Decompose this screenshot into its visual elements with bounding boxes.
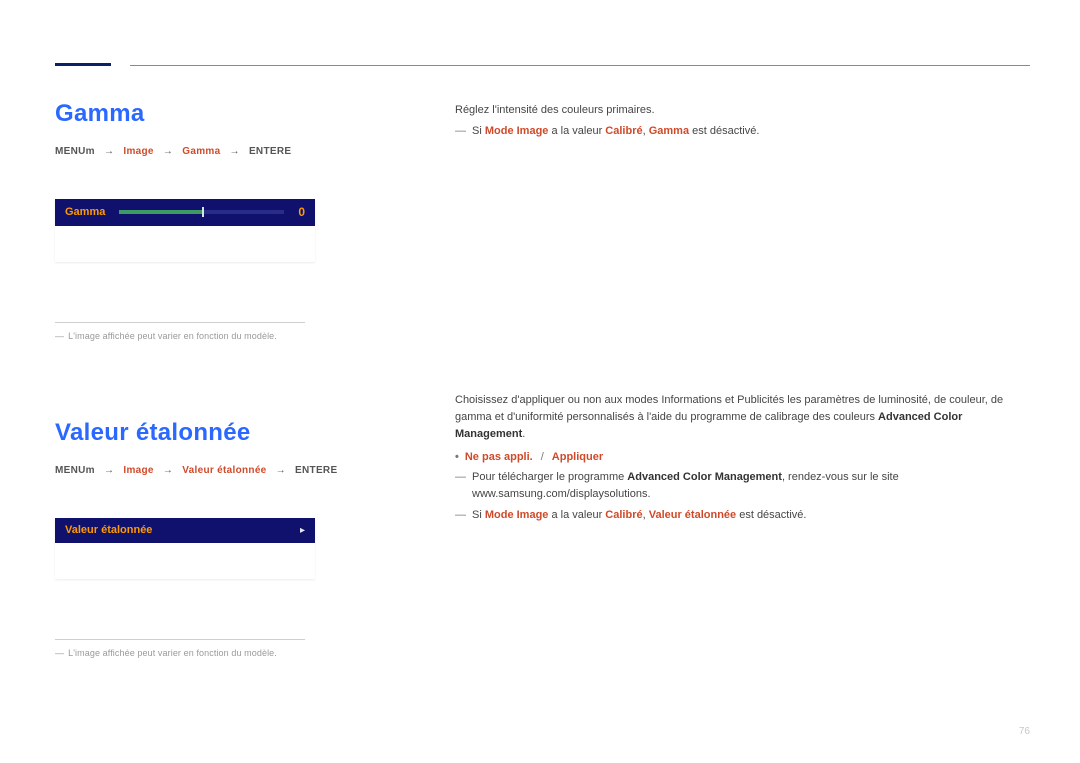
chevron-right-icon: → bbox=[276, 465, 286, 476]
t: Calibré bbox=[605, 509, 642, 521]
option-appliquer: Appliquer bbox=[552, 451, 603, 463]
chevron-right-icon: → bbox=[230, 146, 240, 157]
bc-enter-e: E bbox=[284, 146, 291, 157]
note-divider bbox=[55, 322, 305, 323]
right-column-calibrated: Choisissez d'appliquer ou non aux modes … bbox=[455, 392, 1030, 524]
t: Advanced Color Management bbox=[627, 471, 782, 483]
t: Pour télécharger le programme bbox=[472, 471, 627, 483]
panel-value: 0 bbox=[298, 205, 305, 219]
left-column: Gamma MENUm → Image → Gamma → ENTERE Gam… bbox=[55, 100, 405, 658]
note-text: L'image affichée peut varier en fonction… bbox=[68, 648, 277, 658]
breadcrumb-calibrated: MENUm → Image → Valeur étalonnée → ENTER… bbox=[55, 465, 405, 476]
t: Valeur étalonnée bbox=[649, 509, 736, 521]
calibrated-desc: Choisissez d'appliquer ou non aux modes … bbox=[455, 392, 1030, 443]
t: a la valeur bbox=[548, 125, 605, 137]
note-divider bbox=[55, 639, 305, 640]
section-title-gamma: Gamma bbox=[55, 100, 405, 128]
bc-menu-m: m bbox=[86, 146, 95, 157]
bc-menu-m: m bbox=[86, 465, 95, 476]
t: . bbox=[522, 428, 525, 440]
calibrated-warning: ― Si Mode Image a la valeur Calibré, Val… bbox=[455, 507, 1030, 524]
chevron-right-icon: ▸ bbox=[300, 525, 305, 536]
bc-enter: ENTER bbox=[249, 146, 284, 157]
bc-image: Image bbox=[123, 465, 153, 476]
note-calibrated: ― L'image affichée peut varier en fonctio… bbox=[55, 648, 405, 658]
panel-calibrated: Valeur étalonnée ▸ bbox=[55, 518, 315, 579]
bc-enter-e: E bbox=[330, 465, 337, 476]
header-rule-accent bbox=[55, 63, 111, 66]
warning-text: Si Mode Image a la valeur Calibré, Valeu… bbox=[472, 507, 806, 524]
page: Gamma MENUm → Image → Gamma → ENTERE Gam… bbox=[0, 0, 1080, 763]
bc-image: Image bbox=[123, 146, 153, 157]
panel-row-calibrated[interactable]: Valeur étalonnée ▸ bbox=[55, 518, 315, 543]
t: a la valeur bbox=[548, 509, 605, 521]
t: Si bbox=[472, 125, 485, 137]
gamma-warning: ― Si Mode Image a la valeur Calibré, Gam… bbox=[455, 123, 1030, 140]
slider-fill bbox=[119, 210, 201, 214]
panel-spacer bbox=[55, 226, 315, 262]
panel-label: Gamma bbox=[65, 206, 105, 218]
download-text: Pour télécharger le programme Advanced C… bbox=[472, 469, 1030, 503]
header-rule bbox=[130, 65, 1030, 66]
breadcrumb-gamma: MENUm → Image → Gamma → ENTERE bbox=[55, 146, 405, 157]
bullet-dash-icon: ― bbox=[455, 123, 466, 140]
option-ne-pas-appliquer: Ne pas appli. bbox=[455, 451, 533, 463]
t: Mode Image bbox=[485, 125, 549, 137]
section-title-calibrated: Valeur étalonnée bbox=[55, 419, 405, 447]
right-column-gamma: Réglez l'intensité des couleurs primaire… bbox=[455, 102, 1030, 140]
page-number: 76 bbox=[1019, 726, 1030, 737]
bc-enter: ENTER bbox=[295, 465, 330, 476]
slider-thumb[interactable] bbox=[202, 207, 204, 217]
calibrated-download: ― Pour télécharger le programme Advanced… bbox=[455, 469, 1030, 503]
panel-spacer bbox=[55, 543, 315, 579]
bullet-dash-icon: ― bbox=[455, 507, 466, 524]
bc-gamma: Gamma bbox=[182, 146, 220, 157]
bc-calibrated: Valeur étalonnée bbox=[182, 465, 266, 476]
calibrated-options: Ne pas appli. / Appliquer bbox=[455, 451, 1030, 463]
note-gamma: ― L'image affichée peut varier en fonctio… bbox=[55, 331, 405, 341]
t: Mode Image bbox=[485, 509, 549, 521]
gamma-desc: Réglez l'intensité des couleurs primaire… bbox=[455, 102, 1030, 119]
chevron-right-icon: → bbox=[163, 146, 173, 157]
bullet-dash-icon: ― bbox=[455, 469, 466, 503]
note-dash-icon: ― bbox=[55, 648, 64, 658]
t: Gamma bbox=[649, 125, 689, 137]
warning-text: Si Mode Image a la valeur Calibré, Gamma… bbox=[472, 123, 759, 140]
t: est désactivé. bbox=[689, 125, 759, 137]
panel-label: Valeur étalonnée bbox=[65, 524, 152, 536]
note-dash-icon: ― bbox=[55, 331, 64, 341]
t: Calibré bbox=[605, 125, 642, 137]
gamma-slider[interactable] bbox=[119, 210, 284, 214]
t: est désactivé. bbox=[736, 509, 806, 521]
bc-menu: MENU bbox=[55, 465, 86, 476]
bc-menu: MENU bbox=[55, 146, 86, 157]
panel-row-gamma[interactable]: Gamma 0 bbox=[55, 199, 315, 226]
chevron-right-icon: → bbox=[104, 146, 114, 157]
t: Si bbox=[472, 509, 485, 521]
chevron-right-icon: → bbox=[163, 465, 173, 476]
panel-gamma: Gamma 0 bbox=[55, 199, 315, 262]
note-text: L'image affichée peut varier en fonction… bbox=[68, 331, 277, 341]
chevron-right-icon: → bbox=[104, 465, 114, 476]
